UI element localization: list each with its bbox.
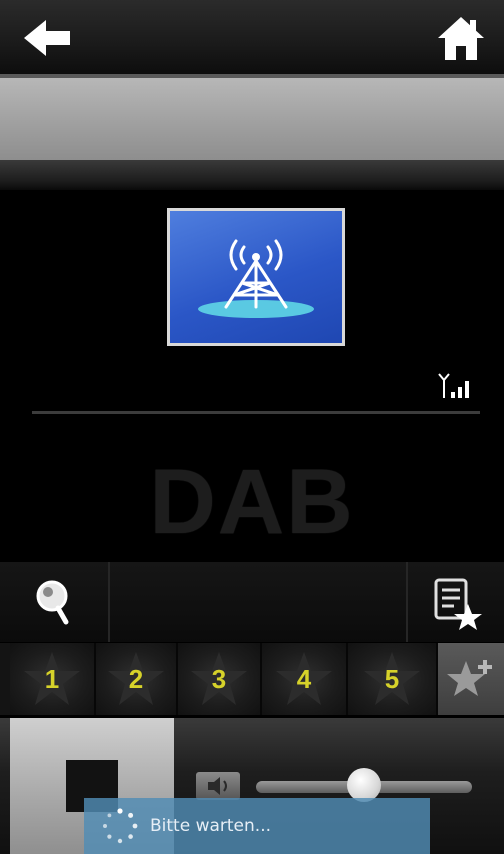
preset-button-2[interactable]: 2 xyxy=(96,643,178,715)
station-logo-tile xyxy=(167,208,345,346)
source-label: DAB xyxy=(149,451,355,553)
add-favorite-star-icon xyxy=(447,660,492,696)
dab-radio-screen: DAB 1 2 3 4 5 Bitte warten... xyxy=(0,0,504,854)
presets-row: 1 2 3 4 5 xyxy=(0,643,504,715)
speaker-icon xyxy=(208,777,227,795)
preset-number: 5 xyxy=(384,664,400,694)
search-button[interactable] xyxy=(0,562,108,642)
preset-number: 1 xyxy=(44,664,60,694)
loading-spinner-icon xyxy=(103,808,138,844)
control-row xyxy=(0,562,504,642)
toast-message: Bitte warten... xyxy=(150,816,272,836)
add-favorite-button[interactable] xyxy=(438,643,504,715)
favorites-list-button[interactable] xyxy=(408,562,504,642)
control-separator xyxy=(108,562,110,642)
preset-button-3[interactable]: 3 xyxy=(178,643,262,715)
signal-strength-icon xyxy=(438,372,474,400)
station-info-band xyxy=(0,78,504,160)
home-button[interactable] xyxy=(436,14,486,62)
preset-number: 4 xyxy=(296,664,312,694)
favorites-list-icon xyxy=(434,578,482,630)
search-icon xyxy=(36,580,69,625)
arrow-left-icon xyxy=(24,20,70,56)
content-divider xyxy=(32,411,480,414)
mute-button[interactable] xyxy=(196,772,240,800)
back-button[interactable] xyxy=(22,16,82,60)
preset-button-5[interactable]: 5 xyxy=(348,643,438,715)
preset-button-1[interactable]: 1 xyxy=(10,643,96,715)
loading-toast: Bitte warten... xyxy=(84,798,430,854)
radio-tower-icon xyxy=(198,239,314,318)
top-bar xyxy=(0,0,504,74)
sub-header-bar xyxy=(0,160,504,190)
home-icon xyxy=(438,17,484,60)
volume-slider-thumb[interactable] xyxy=(346,768,381,802)
preset-number: 3 xyxy=(211,664,227,694)
preset-button-4[interactable]: 4 xyxy=(262,643,348,715)
preset-number: 2 xyxy=(128,664,144,694)
